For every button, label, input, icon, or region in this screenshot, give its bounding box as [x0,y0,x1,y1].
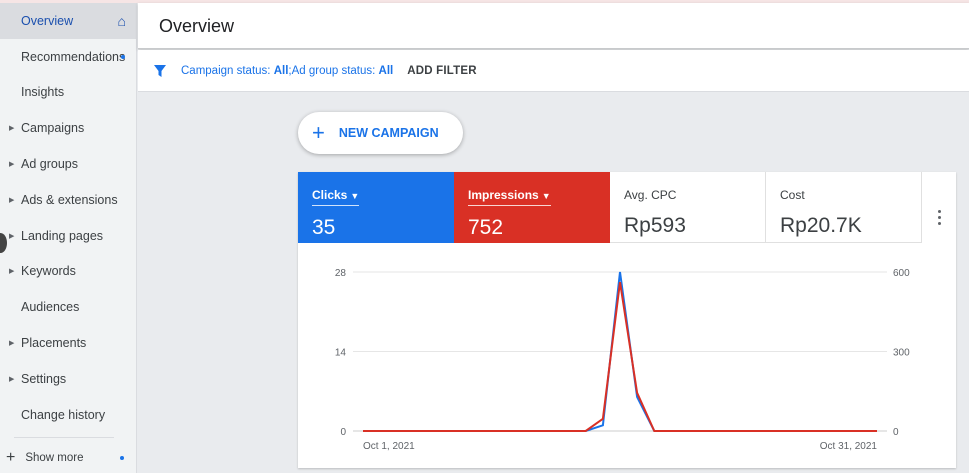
adgroup-status-value: All [378,64,394,77]
sidebar-item-settings[interactable]: ▶ Settings [0,361,136,397]
series-line-impressions [363,281,877,432]
sidebar-item-recommendations[interactable]: Recommendations [0,39,136,75]
home-icon: ⌂ [117,12,126,29]
metric-selector-clicks[interactable]: Clicks ▼ [312,188,360,206]
expand-arrow-icon[interactable]: ▶ [9,267,14,275]
caret-down-icon: ▼ [350,191,360,201]
metric-selector-impressions[interactable]: Impressions ▼ [468,188,551,206]
x-tick-label: Oct 1, 2021 [363,441,415,452]
sidebar-item-placements[interactable]: ▶ Placements [0,325,136,361]
filter-bar: Campaign status: All; Ad group status: A… [138,50,969,92]
sidebar-item-label: Keywords [21,264,76,279]
sidebar-item-landing-pages[interactable]: ▶ Landing pages [0,218,136,254]
sidebar-item-audiences[interactable]: Audiences [0,289,136,325]
expand-arrow-icon[interactable]: ▶ [9,339,14,347]
campaign-status-filter[interactable]: Campaign status: All; [181,65,292,77]
sidebar-item-change-history[interactable]: Change history [0,397,136,433]
expand-arrow-icon[interactable]: ▶ [9,124,14,132]
sidebar-item-label: Audiences [21,300,80,315]
sidebar-item-label: Campaigns [21,121,85,136]
y-left-tick-label: 0 [340,427,346,438]
filter-icon[interactable] [153,64,167,78]
metric-value: 752 [468,216,504,239]
y-right-tick-label: 0 [893,427,899,438]
expand-arrow-icon[interactable]: ▶ [9,160,14,168]
campaign-status-label: Campaign status: [181,64,274,77]
metric-label: Clicks [312,188,348,202]
sidebar-item-ad-groups[interactable]: ▶ Ad groups [0,146,136,182]
notification-dot-icon [120,456,124,460]
performance-card: Clicks ▼ 35 Impressions ▼ 752 Avg. CPC Rp5… [298,172,956,468]
plus-icon: + [6,449,16,466]
line-chart: 0 0 14 300 28 600 Oct 1, 2021 Oct 31, 2021 [335,268,910,452]
add-filter-button[interactable]: ADD FILTER [407,65,477,77]
sidebar-item-insights[interactable]: Insights [0,75,136,111]
y-right-tick-label: 300 [893,348,910,359]
new-campaign-button[interactable]: + NEW CAMPAIGN [298,112,463,154]
y-right-tick-label: 600 [893,268,910,279]
sidebar-item-label: Ads & extensions [21,192,118,207]
metric-value: 35 [312,216,336,239]
adgroup-status-label: Ad group status: [291,64,379,77]
show-more-button[interactable]: + Show more [0,447,137,469]
metric-tile-avg-cpc[interactable]: Avg. CPC Rp593 [610,172,766,243]
adgroup-status-filter[interactable]: Ad group status: All [292,65,394,77]
sidebar-item-label: Overview [21,13,74,28]
sidebar-item-overview[interactable]: Overview ⌂ [0,3,136,39]
x-tick-label: Oct 31, 2021 [820,441,878,452]
metric-label: Cost [780,188,805,202]
sidebar-item-label: Landing pages [21,228,104,243]
metric-value: Rp593 [624,214,686,237]
metric-tile-cost[interactable]: Cost Rp20.7K [766,172,922,243]
metric-label: Avg. CPC [624,188,677,202]
show-more-label: Show more [25,452,84,464]
metric-value: Rp20.7K [780,214,862,237]
expand-arrow-icon[interactable]: ▶ [9,375,14,383]
campaign-status-value: All [273,64,289,77]
expand-arrow-icon[interactable]: ▶ [9,232,14,240]
sidebar-item-label: Recommendations [21,49,126,64]
notification-dot-icon [121,54,125,59]
metric-tile-clicks[interactable]: Clicks ▼ 35 [298,172,454,243]
sidebar-item-ads-extensions[interactable]: ▶ Ads & extensions [0,182,136,218]
sidebar-item-label: Placements [21,336,87,351]
y-left-tick-label: 14 [335,348,347,359]
metric-label: Impressions [468,188,539,202]
expand-arrow-icon[interactable]: ▶ [9,196,14,204]
plus-icon: + [312,120,325,145]
sidebar-item-label: Change history [21,407,106,422]
new-campaign-label: NEW CAMPAIGN [338,126,439,140]
y-left-tick-label: 28 [335,268,347,279]
sidebar-item-label: Settings [21,371,67,386]
sidebar-item-keywords[interactable]: ▶ Keywords [0,254,136,290]
sidebar-item-campaigns[interactable]: ▶ Campaigns [0,110,136,146]
page-header: Overview [138,3,969,49]
sidebar-divider [14,436,114,438]
metric-tile-impressions[interactable]: Impressions ▼ 752 [454,172,610,243]
sidebar-item-label: Ad groups [21,157,78,172]
more-options-icon[interactable] [922,172,956,243]
sidebar: Overview ⌂ Recommendations Insights ▶ Campaig… [0,3,137,473]
caret-down-icon: ▼ [541,191,551,201]
sidebar-item-label: Insights [21,85,65,100]
page-title: Overview [159,16,235,36]
